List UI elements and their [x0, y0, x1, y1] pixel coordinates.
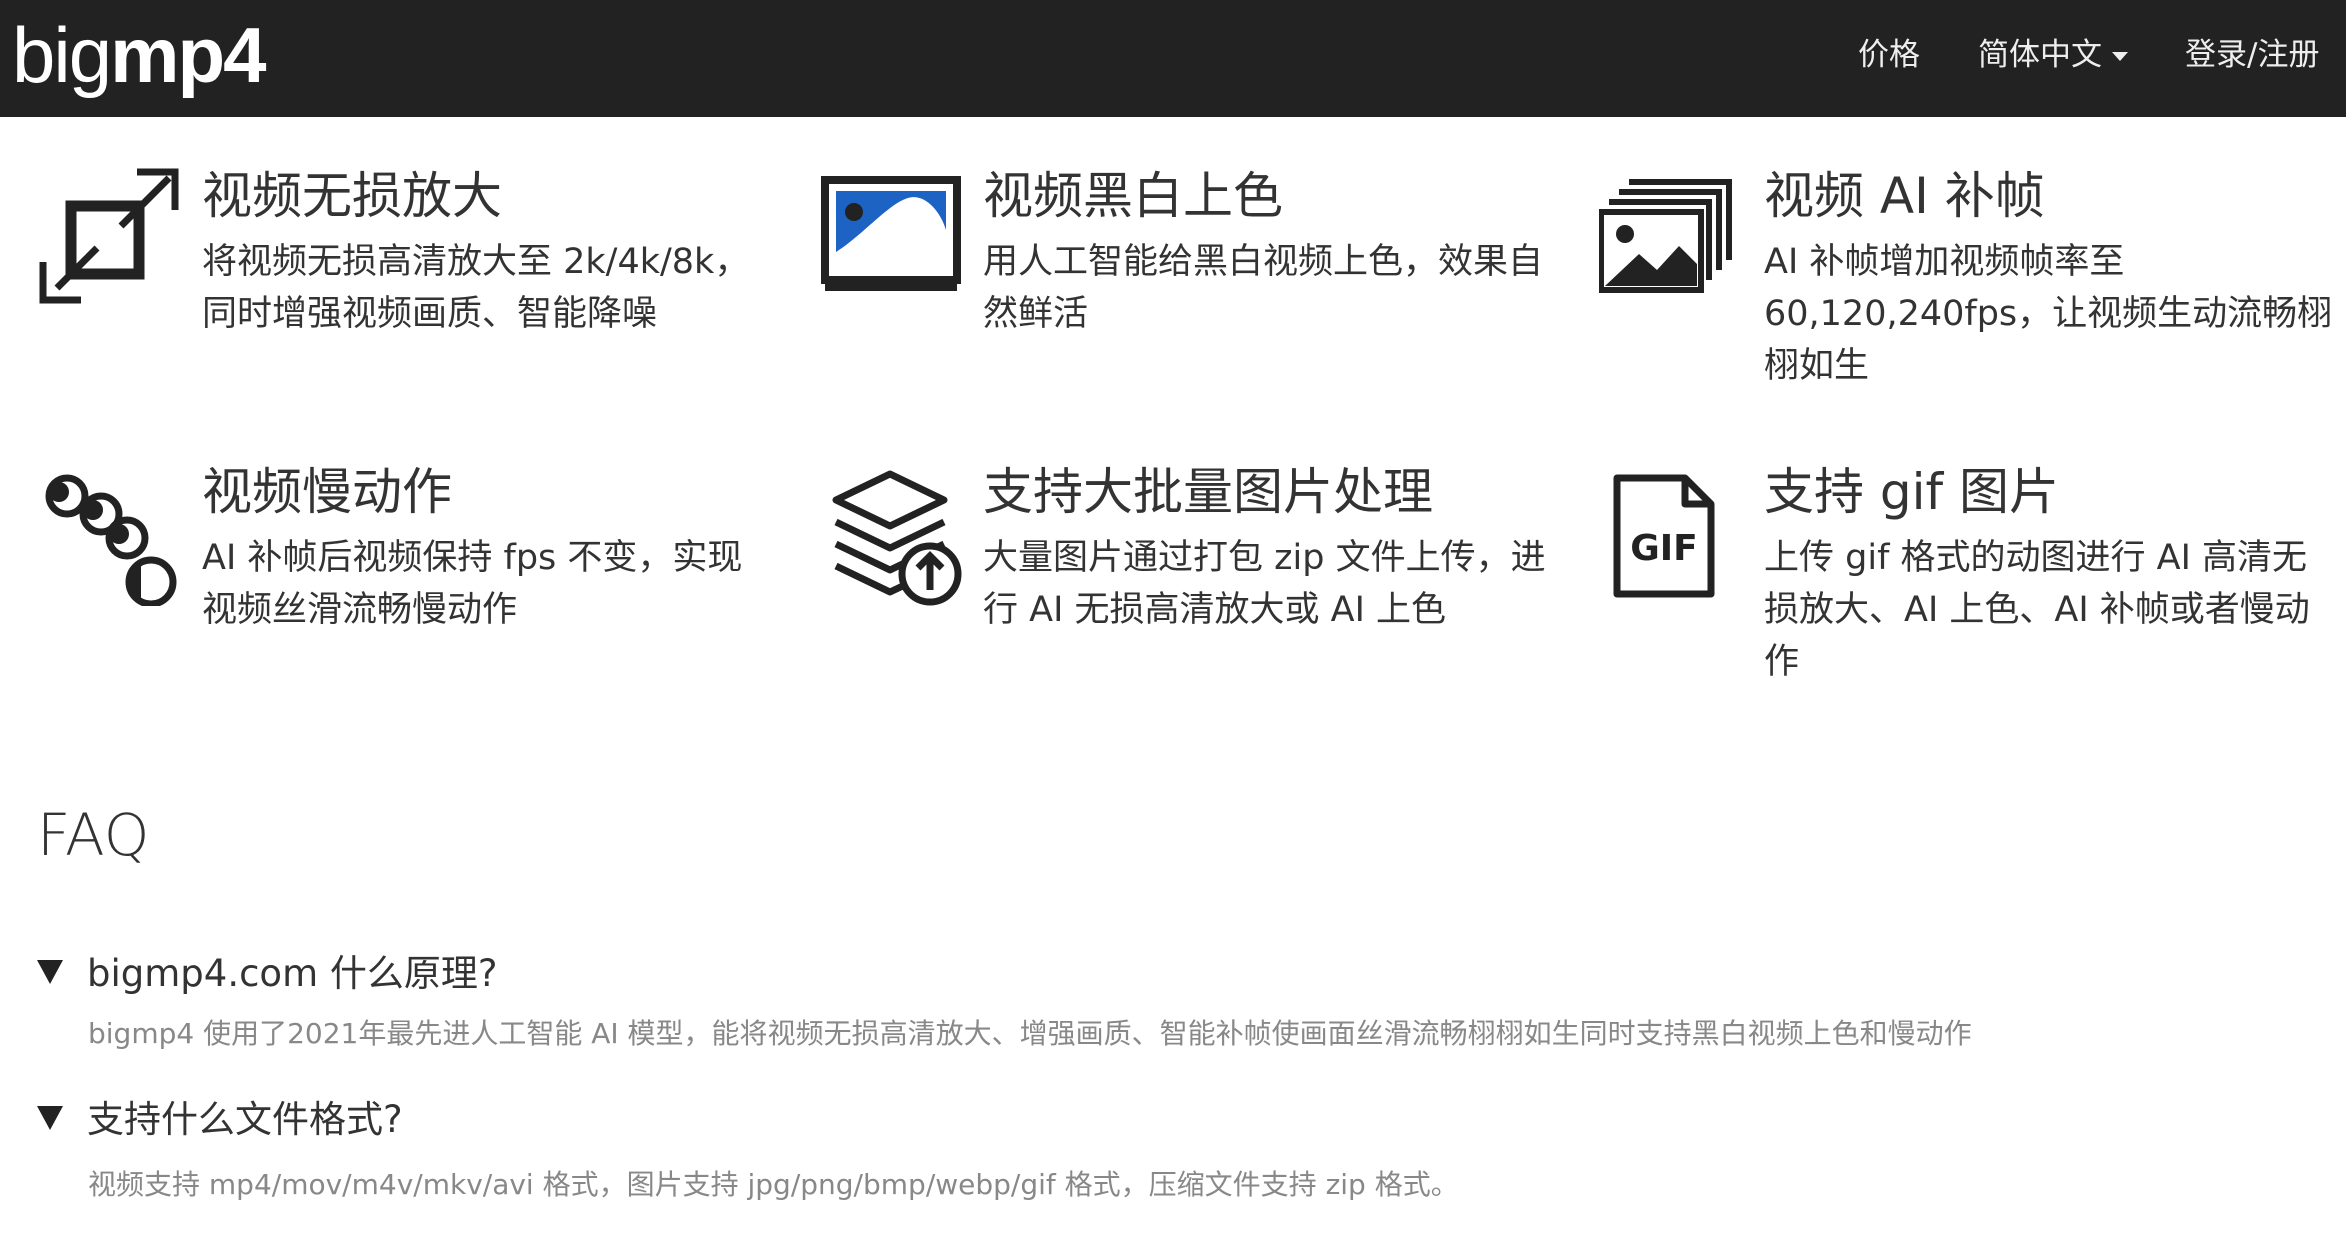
caret-down-icon: [2112, 52, 2128, 61]
image-stack-icon: [1599, 160, 1749, 310]
feature-description: 将视频无损高清放大至 2k/4k/8k，同时增强视频画质、智能降噪: [202, 242, 750, 334]
faq-answer: 视频支持 mp4/mov/m4v/mkv/avi 格式，图片支持 jpg/png…: [88, 1168, 1459, 1201]
navbar: bigmp4 价格 简体中文 登录/注册: [0, 0, 2346, 117]
feature-gif-support: GIF 支持 gif 图片 上传 gif 格式的动图进行 AI 高清无损放大、A…: [1599, 456, 2319, 736]
faq-question-toggle[interactable]: 支持什么文件格式?: [37, 1090, 403, 1150]
feature-title: 视频慢动作: [202, 463, 452, 521]
faq-answer: bigmp4 使用了2021年最先进人工智能 AI 模型，能将视频无损高清放大、…: [88, 1017, 1972, 1050]
feature-description: 用人工智能给黑白视频上色，效果自然鲜活: [983, 242, 1544, 334]
feature-batch-processing: 支持大批量图片处理 大量图片通过打包 zip 文件上传，进行 AI 无损高清放大…: [818, 456, 1546, 736]
faq-question-text: bigmp4.com 什么原理?: [87, 952, 498, 995]
faq-title: FAQ: [37, 801, 150, 869]
feature-title: 支持大批量图片处理: [983, 463, 1433, 521]
feature-description: 上传 gif 格式的动图进行 AI 高清无损放大、AI 上色、AI 补帧或者慢动…: [1764, 538, 2310, 682]
svg-text:GIF: GIF: [1630, 528, 1698, 569]
feature-upscale: 视频无损放大 将视频无损高清放大至 2k/4k/8k，同时增强视频画质、智能降噪: [37, 160, 757, 440]
logo-text-thin: big: [12, 11, 112, 99]
faq-question-text: 支持什么文件格式?: [87, 1098, 403, 1141]
nav-price-link[interactable]: 价格: [1858, 0, 1920, 110]
triangle-down-icon: [37, 959, 63, 984]
faq-question-toggle[interactable]: bigmp4.com 什么原理?: [37, 944, 498, 1004]
feature-title: 视频无损放大: [202, 167, 502, 225]
language-dropdown[interactable]: 简体中文: [1978, 0, 2128, 110]
bigmp4-logo[interactable]: bigmp4: [12, 0, 266, 110]
language-label: 简体中文: [1978, 37, 2102, 73]
feature-description: 大量图片通过打包 zip 文件上传，进行 AI 无损高清放大或 AI 上色: [983, 538, 1546, 630]
nav-login-link[interactable]: 登录/注册: [2185, 0, 2319, 110]
slow-motion-icon: [37, 456, 187, 606]
feature-colorize: 视频黑白上色 用人工智能给黑白视频上色，效果自然鲜活: [818, 160, 1543, 440]
feature-title: 支持 gif 图片: [1764, 463, 2060, 521]
colorize-image-icon: [818, 160, 968, 310]
gif-file-icon: GIF: [1599, 456, 1749, 606]
feature-title: 视频黑白上色: [983, 167, 1283, 225]
feature-description: AI 补帧增加视频帧率至 60,120,240fps，让视频生动流畅栩栩如生: [1764, 242, 2333, 386]
logo-text-bold: mp4: [110, 11, 266, 99]
feature-title: 视频 AI 补帧: [1764, 167, 2045, 225]
triangle-down-icon: [37, 1105, 63, 1130]
feature-slow-motion: 视频慢动作 AI 补帧后视频保持 fps 不变，实现视频丝滑流畅慢动作: [37, 456, 757, 736]
feature-description: AI 补帧后视频保持 fps 不变，实现视频丝滑流畅慢动作: [202, 538, 743, 630]
enlarge-icon: [37, 160, 187, 310]
layers-upload-icon: [818, 456, 968, 606]
feature-frame-interpolation: 视频 AI 补帧 AI 补帧增加视频帧率至 60,120,240fps，让视频生…: [1599, 160, 2332, 440]
